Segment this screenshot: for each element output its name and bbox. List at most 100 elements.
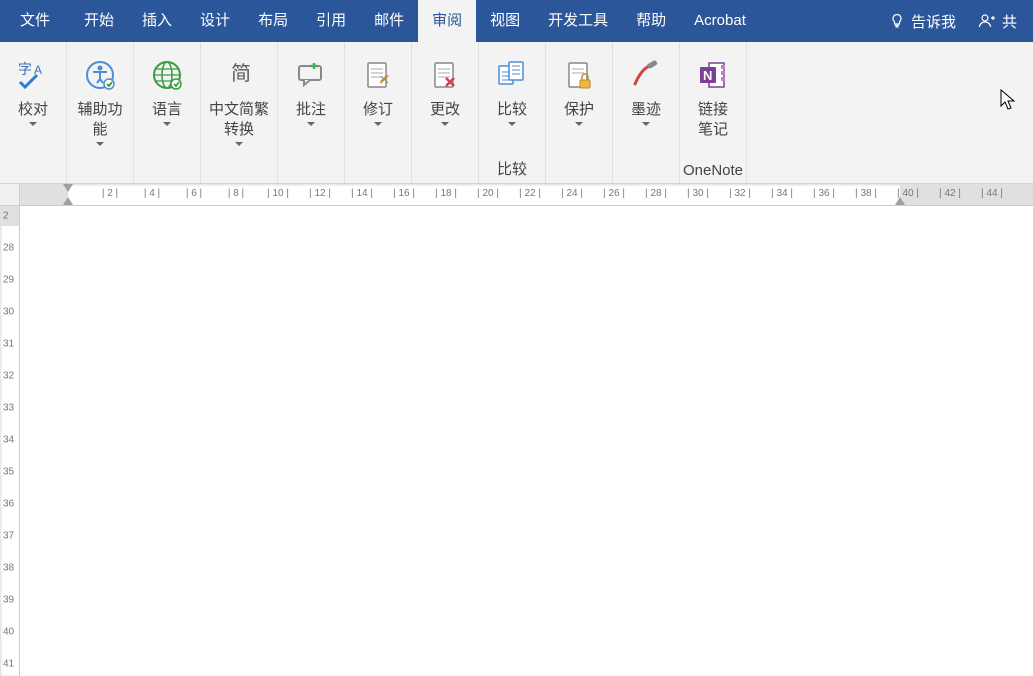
h-ruler-tick: 16 xyxy=(393,188,415,199)
chinese-conversion-button[interactable]: 简 中文简繁 转换 xyxy=(205,46,273,149)
mouse-cursor-icon xyxy=(999,88,1019,112)
dropdown-arrow-icon xyxy=(96,142,104,147)
indent-marker-top[interactable] xyxy=(63,184,73,192)
ink-button[interactable]: 墨迹 xyxy=(617,46,675,129)
dropdown-arrow-icon xyxy=(307,122,315,127)
group-tracking: 修订 xyxy=(345,42,412,183)
dropdown-arrow-icon xyxy=(441,122,449,127)
v-ruler-tick: 39 xyxy=(3,595,14,606)
chinese-conversion-label: 中文简繁 转换 xyxy=(209,100,269,140)
svg-text:字: 字 xyxy=(18,61,32,77)
group-accessibility: 辅助功 能 xyxy=(67,42,134,183)
h-ruler-tick: 6 xyxy=(186,188,202,199)
protect-button[interactable]: 保护 xyxy=(550,46,608,129)
proofing-icon: 字 A xyxy=(14,56,52,94)
tracking-label: 修订 xyxy=(363,100,393,120)
tab-developer[interactable]: 开发工具 xyxy=(534,0,622,42)
group-compare: 比较 比较 xyxy=(479,42,546,183)
v-ruler-tick: 2 xyxy=(3,211,9,222)
comments-icon xyxy=(292,56,330,94)
h-ruler-left-margin xyxy=(20,184,68,205)
v-ruler-tick: 30 xyxy=(3,307,14,318)
tab-help[interactable]: 帮助 xyxy=(622,0,680,42)
dropdown-arrow-icon xyxy=(642,122,650,127)
tab-acrobat[interactable]: Acrobat xyxy=(680,0,760,42)
tracking-icon xyxy=(359,56,397,94)
v-ruler-tick: 41 xyxy=(3,659,14,670)
v-ruler-tick: 35 xyxy=(3,467,14,478)
h-ruler-tick: 4 xyxy=(144,188,160,199)
compare-label: 比较 xyxy=(497,100,527,120)
h-ruler-tick: 24 xyxy=(561,188,583,199)
ruler-corner xyxy=(0,184,20,206)
compare-icon xyxy=(493,56,531,94)
document-canvas[interactable] xyxy=(20,206,1033,676)
h-ruler-tick: 12 xyxy=(309,188,331,199)
dropdown-arrow-icon xyxy=(508,122,516,127)
protect-label: 保护 xyxy=(564,100,594,120)
h-ruler-tick: 28 xyxy=(645,188,667,199)
tab-home[interactable]: 开始 xyxy=(70,0,128,42)
group-onenote: N 链接 笔记 OneNote xyxy=(680,42,747,183)
changes-icon xyxy=(426,56,464,94)
tell-me-label: 告诉我 xyxy=(911,11,956,32)
h-ruler-tick: 32 xyxy=(729,188,751,199)
changes-button[interactable]: 更改 xyxy=(416,46,474,129)
tab-references[interactable]: 引用 xyxy=(302,0,360,42)
tab-view[interactable]: 视图 xyxy=(476,0,534,42)
h-ruler-tick: 34 xyxy=(771,188,793,199)
h-ruler-tick: 40 xyxy=(897,188,919,199)
tab-review[interactable]: 审阅 xyxy=(418,0,476,42)
h-ruler-tick: 36 xyxy=(813,188,835,199)
horizontal-ruler-row: 2468101214161820222426283032343638404244 xyxy=(0,184,1033,206)
ink-label: 墨迹 xyxy=(631,100,661,120)
tell-me-button[interactable]: 告诉我 xyxy=(881,0,964,42)
ribbon-body: 字 A 校对 辅助功 能 xyxy=(0,42,1033,184)
content-area: 22829303132333435363738394041 xyxy=(0,206,1033,676)
person-icon xyxy=(978,12,996,30)
comments-button[interactable]: 批注 xyxy=(282,46,340,129)
horizontal-ruler[interactable]: 2468101214161820222426283032343638404244 xyxy=(20,184,1033,206)
h-ruler-tick: 22 xyxy=(519,188,541,199)
h-ruler-tick: 10 xyxy=(267,188,289,199)
share-label: 共 xyxy=(1002,11,1017,32)
h-ruler-tick: 30 xyxy=(687,188,709,199)
share-button[interactable]: 共 xyxy=(970,0,1025,42)
v-ruler-tick: 29 xyxy=(3,275,14,286)
v-ruler-tick: 28 xyxy=(3,243,14,254)
tab-design[interactable]: 设计 xyxy=(186,0,244,42)
chinese-conversion-icon: 简 xyxy=(220,56,258,94)
svg-text:简: 简 xyxy=(231,62,251,85)
dropdown-arrow-icon xyxy=(163,122,171,127)
onenote-label: 链接 笔记 xyxy=(698,100,728,140)
onenote-icon: N xyxy=(694,56,732,94)
accessibility-button[interactable]: 辅助功 能 xyxy=(71,46,129,149)
indent-marker-bottom-left[interactable] xyxy=(63,197,73,205)
tab-layout[interactable]: 布局 xyxy=(244,0,302,42)
onenote-button[interactable]: N 链接 笔记 xyxy=(684,46,742,142)
compare-button[interactable]: 比较 xyxy=(483,46,541,129)
tab-mailings[interactable]: 邮件 xyxy=(360,0,418,42)
v-ruler-tick: 34 xyxy=(3,435,14,446)
v-ruler-tick: 36 xyxy=(3,499,14,510)
tracking-button[interactable]: 修订 xyxy=(349,46,407,129)
tab-file[interactable]: 文件 xyxy=(0,0,70,42)
proofing-label: 校对 xyxy=(18,100,48,120)
accessibility-icon xyxy=(81,56,119,94)
vertical-ruler[interactable]: 22829303132333435363738394041 xyxy=(0,206,20,676)
group-protect: 保护 xyxy=(546,42,613,183)
proofing-button[interactable]: 字 A 校对 xyxy=(4,46,62,129)
group-proofing: 字 A 校对 xyxy=(0,42,67,183)
h-ruler-tick: 42 xyxy=(939,188,961,199)
dropdown-arrow-icon xyxy=(29,122,37,127)
v-ruler-tick: 33 xyxy=(3,403,14,414)
h-ruler-tick: 20 xyxy=(477,188,499,199)
ribbon-tab-bar: 文件 开始 插入 设计 布局 引用 邮件 审阅 视图 开发工具 帮助 Acrob… xyxy=(0,0,1033,42)
onenote-group-caption: OneNote xyxy=(680,162,746,179)
group-chinese-conversion: 简 中文简繁 转换 xyxy=(201,42,278,183)
dropdown-arrow-icon xyxy=(374,122,382,127)
svg-text:N: N xyxy=(703,68,712,83)
language-button[interactable]: 语言 xyxy=(138,46,196,129)
tab-insert[interactable]: 插入 xyxy=(128,0,186,42)
h-ruler-tick: 38 xyxy=(855,188,877,199)
